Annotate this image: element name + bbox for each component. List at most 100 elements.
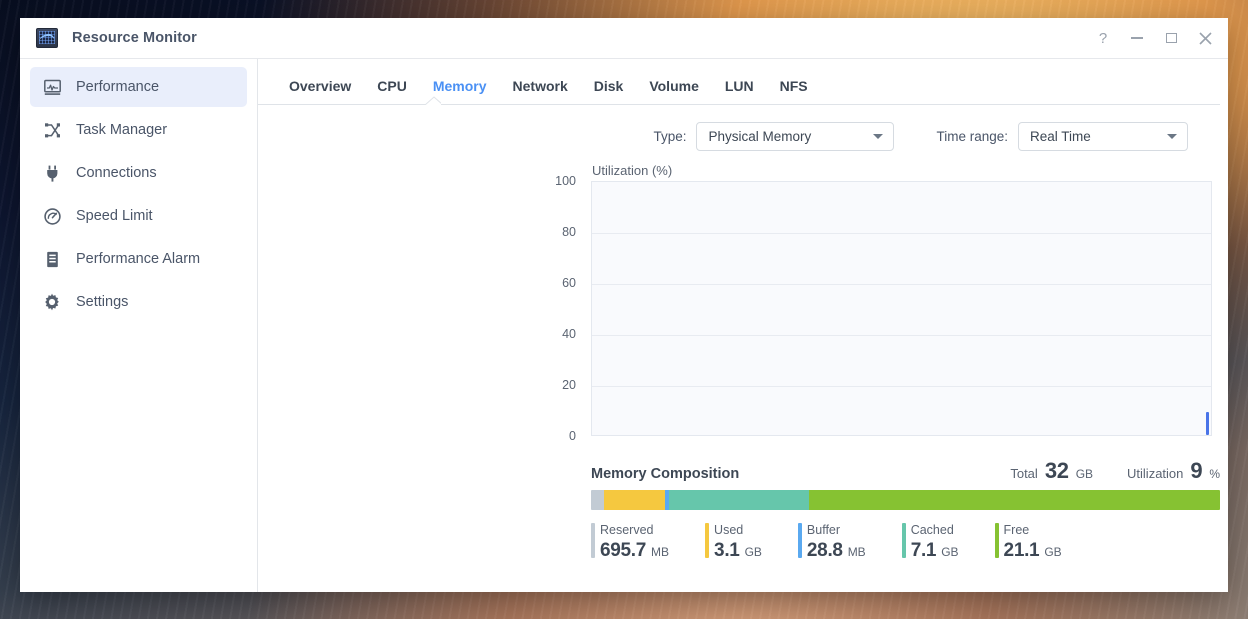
memory-composition: Memory Composition Total 32 GB Utilizati… — [258, 458, 1228, 562]
legend-unit: MB — [651, 545, 670, 559]
gauge-icon — [42, 206, 62, 226]
y-axis-tick-20: 20 — [562, 378, 576, 392]
legend-value: 7.1 — [910, 540, 937, 561]
legend-name: Used — [714, 523, 744, 537]
document-list-icon — [42, 249, 62, 269]
legend-swatch-free — [994, 523, 999, 558]
legend-name: Buffer — [806, 523, 841, 537]
legend-unit: GB — [941, 545, 959, 559]
close-icon — [1198, 31, 1212, 45]
total-unit: GB — [1075, 467, 1094, 481]
tab-underline — [258, 104, 1220, 105]
legend-swatch-buffer — [797, 523, 802, 558]
legend-item-used: Used 3.1 GB — [705, 522, 762, 562]
legend-name: Cached — [910, 523, 954, 537]
sidebar-item-performance[interactable]: Performance — [30, 67, 247, 107]
tab-disk[interactable]: Disk — [581, 78, 637, 105]
y-axis-tick-0: 0 — [569, 429, 576, 443]
sidebar-item-label: Connections — [76, 164, 157, 181]
gridline-20 — [592, 386, 1211, 387]
minimize-icon — [1131, 37, 1143, 39]
sidebar-item-task-manager[interactable]: Task Manager — [30, 110, 247, 150]
sidebar-item-settings[interactable]: Settings — [30, 282, 247, 322]
y-axis-tick-60: 60 — [562, 276, 576, 290]
sidebar: Performance Task Manager Connections Spe… — [20, 59, 258, 592]
sidebar-item-label: Task Manager — [76, 121, 168, 138]
y-axis-tick-100: 100 — [555, 174, 576, 188]
plug-icon — [42, 163, 62, 183]
total-label: Total — [1010, 466, 1038, 481]
tab-cpu[interactable]: CPU — [364, 78, 420, 105]
type-select[interactable]: Physical Memory — [696, 121, 895, 151]
tab-nfs[interactable]: NFS — [767, 78, 821, 105]
segment-reserved — [591, 490, 605, 510]
memory-composition-header: Memory Composition Total 32 GB Utilizati… — [591, 458, 1220, 484]
legend-item-buffer: Buffer 28.8 MB — [797, 522, 866, 562]
legend-swatch-used — [705, 523, 710, 558]
tab-network[interactable]: Network — [500, 78, 581, 105]
total-value: 32 — [1044, 458, 1069, 483]
utilization-unit: % — [1209, 467, 1220, 481]
time-range-select[interactable]: Real Time — [1018, 121, 1188, 151]
chart-plot-area[interactable] — [591, 181, 1212, 436]
legend-unit: GB — [744, 545, 762, 559]
legend-name: Reserved — [600, 523, 654, 537]
legend-swatch-cached — [901, 523, 906, 558]
chart-axis-title: Utilization (%) — [592, 163, 673, 178]
tab-volume[interactable]: Volume — [636, 78, 712, 105]
legend-value: 695.7 — [600, 540, 647, 561]
main-content: Overview CPU Memory Network Disk Volume … — [258, 59, 1228, 592]
tab-lun[interactable]: LUN — [712, 78, 767, 105]
time-range-select-value: Real Time — [1030, 128, 1091, 144]
chevron-down-icon — [1167, 134, 1177, 139]
utilization-label: Utilization — [1127, 466, 1184, 481]
legend-item-free: Free 21.1 GB — [994, 522, 1062, 562]
type-label: Type: — [653, 128, 687, 144]
type-select-value: Physical Memory — [708, 128, 812, 144]
legend-unit: MB — [847, 545, 866, 559]
legend-unit: GB — [1044, 545, 1062, 559]
help-button[interactable]: ? — [1086, 23, 1120, 53]
maximize-button[interactable] — [1154, 23, 1188, 53]
active-tab-caret-icon — [425, 96, 441, 105]
sidebar-item-label: Settings — [76, 293, 129, 310]
legend-value: 28.8 — [806, 540, 843, 561]
task-manager-icon — [42, 120, 62, 140]
legend-item-cached: Cached 7.1 GB — [901, 522, 959, 562]
y-axis-tick-80: 80 — [562, 225, 576, 239]
chevron-down-icon — [873, 134, 884, 139]
tab-overview[interactable]: Overview — [276, 78, 364, 105]
gridline-80 — [592, 233, 1211, 234]
resource-monitor-window: Resource Monitor ? Performance Task Mana… — [20, 18, 1228, 592]
window-titlebar: Resource Monitor ? — [20, 18, 1228, 58]
question-mark-icon: ? — [1098, 29, 1108, 47]
sidebar-item-performance-alarm[interactable]: Performance Alarm — [30, 239, 247, 279]
sidebar-item-speed-limit[interactable]: Speed Limit — [30, 196, 247, 236]
legend-swatch-reserved — [591, 523, 595, 558]
sidebar-item-label: Speed Limit — [76, 207, 153, 224]
memory-legend: Reserved 695.7 MB Used 3.1 GB Buffer 28.… — [591, 522, 1220, 562]
utilization-live-marker — [1206, 412, 1209, 435]
minimize-button[interactable] — [1120, 23, 1154, 53]
time-range-label: Time range: — [936, 128, 1008, 144]
memory-composition-title: Memory Composition — [591, 466, 740, 482]
segment-used — [604, 490, 666, 510]
tab-bar: Overview CPU Memory Network Disk Volume … — [258, 59, 1228, 105]
gridline-40 — [592, 335, 1211, 336]
gear-icon — [42, 292, 62, 312]
memory-composition-stats: Total 32 GB Utilization 9 % — [1010, 458, 1220, 484]
chart-controls: Type: Physical Memory Time range: Real T… — [258, 105, 1228, 153]
gridline-60 — [592, 284, 1211, 285]
memory-composition-bar — [591, 490, 1220, 510]
performance-chart-icon — [42, 77, 62, 97]
maximize-icon — [1165, 33, 1177, 43]
close-button[interactable] — [1188, 23, 1222, 53]
monitor-chart-icon — [36, 28, 58, 48]
legend-item-reserved: Reserved 695.7 MB — [591, 522, 669, 562]
sidebar-item-connections[interactable]: Connections — [30, 153, 247, 193]
y-axis-tick-40: 40 — [562, 327, 576, 341]
legend-name: Free — [1003, 523, 1030, 537]
legend-value: 21.1 — [1003, 540, 1040, 561]
window-controls: ? — [1086, 23, 1222, 53]
sidebar-item-label: Performance — [76, 78, 160, 95]
